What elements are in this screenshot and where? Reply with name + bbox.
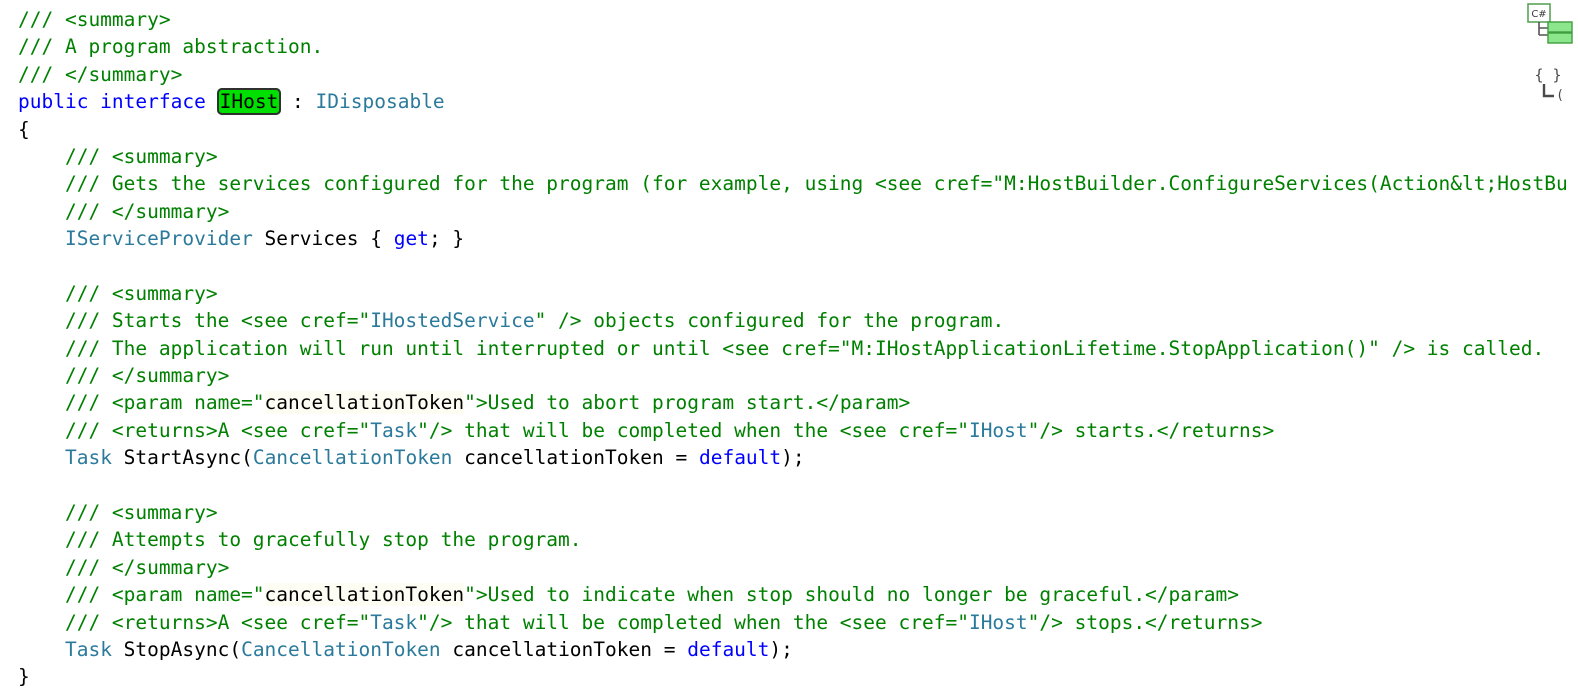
code-line[interactable]: /// </summary>	[0, 61, 1578, 88]
code-token-keyword: public interface	[18, 90, 218, 114]
code-line[interactable]: /// <returns>A <see cref="Task"/> that w…	[0, 609, 1578, 636]
code-line[interactable]: /// <summary>	[0, 499, 1578, 526]
code-line[interactable]: /// <summary>	[0, 280, 1578, 307]
code-token-comment: /// <summary>	[18, 8, 171, 31]
code-line[interactable]: /// <param name="cancellationToken">Used…	[0, 581, 1578, 608]
code-token-plain: cancellationToken =	[440, 637, 688, 661]
code-token-cref: Task	[370, 610, 418, 634]
code-token-plain: StopAsync(	[111, 637, 242, 661]
csharp-codemap-icon[interactable]: C#	[1524, 2, 1576, 48]
code-line[interactable]: /// Gets the services configured for the…	[0, 170, 1578, 197]
code-token-comment: /// <summary>	[18, 281, 218, 305]
code-token-plain: Services {	[252, 227, 394, 251]
code-token-plain: );	[781, 446, 805, 470]
code-token-plain: }	[18, 665, 30, 689]
code-token-keyword: get	[393, 227, 429, 251]
code-token-comment: /// <param name="	[18, 583, 265, 607]
code-token-type: CancellationToken	[252, 446, 453, 470]
code-token-plain: :	[280, 90, 316, 114]
code-line[interactable]: }	[0, 663, 1578, 690]
highlighted-symbol[interactable]: IHost	[216, 88, 282, 116]
code-token-cref: Task	[370, 418, 418, 442]
code-token-cref: IHost	[968, 610, 1028, 634]
code-text-area[interactable]: /// <summary> /// A program abstraction. /…	[0, 0, 1578, 691]
code-token-comment: /// </summary>	[18, 199, 230, 223]
code-token-xmlname: cancellationToken	[264, 583, 465, 607]
code-token-plain: );	[769, 637, 793, 661]
code-line[interactable]	[0, 472, 1578, 499]
code-token-comment: /// <returns>A <see cref="	[18, 610, 371, 634]
code-token-cref: IHostedService	[370, 309, 535, 333]
code-line[interactable]: /// <param name="cancellationToken">Used…	[0, 389, 1578, 416]
svg-text:C#: C#	[1531, 9, 1546, 20]
code-token-comment: /// </summary>	[18, 555, 230, 579]
code-line[interactable]: /// The application will run until inter…	[0, 335, 1578, 362]
code-line[interactable]: /// A program abstraction.	[0, 33, 1578, 60]
code-token-type: CancellationToken	[241, 637, 441, 661]
code-token-plain: ; }	[428, 227, 465, 251]
code-line[interactable]: Task StopAsync(CancellationToken cancell…	[0, 636, 1578, 663]
code-editor-surface[interactable]: /// <summary> /// A program abstraction. /…	[0, 0, 1578, 694]
code-token-comment: /// Gets the services configured for the…	[18, 172, 1568, 196]
code-token-comment: /// <param name="	[18, 391, 265, 415]
code-line[interactable]: /// </summary>	[0, 554, 1578, 581]
code-token-comment: /// </summary>	[18, 364, 230, 388]
braces-structure-icon[interactable]: { } (	[1530, 62, 1576, 108]
code-token-type: Task	[64, 637, 112, 661]
code-token-keyword: default	[698, 446, 782, 470]
code-token-comment: /// <summary>	[18, 144, 218, 168]
code-line[interactable]: public interface IHost : IDisposable	[0, 88, 1578, 116]
code-token-type: IServiceProvider	[64, 227, 253, 251]
code-token-comment: /// Attempts to gracefully stop the prog…	[18, 528, 582, 552]
svg-text:{ }: { }	[1534, 66, 1561, 84]
code-line[interactable]: /// <summary>	[0, 143, 1578, 170]
code-token-plain: StartAsync(	[111, 446, 253, 470]
code-token-comment: "/> stops.</returns>	[1027, 610, 1263, 634]
code-token-comment: "/> that will be completed when the <see…	[417, 610, 969, 634]
code-token-type: IDisposable	[315, 90, 445, 114]
code-token-comment: /// <summary>	[18, 501, 218, 525]
code-line[interactable]: {	[0, 116, 1578, 143]
code-token-comment: /// The application will run until inter…	[18, 336, 1545, 360]
code-token-comment: /// A program abstraction.	[18, 35, 324, 59]
code-token-comment: " /> objects configured for the program.	[534, 309, 1005, 333]
code-token-plain: {	[18, 117, 30, 141]
code-line[interactable]: /// <returns>A <see cref="Task"/> that w…	[0, 417, 1578, 444]
code-token-comment: /// </summary>	[18, 62, 183, 86]
code-token-comment: "/> that will be completed when the <see…	[417, 418, 969, 442]
code-token-comment: ">Used to indicate when stop should no l…	[464, 583, 1239, 607]
code-line[interactable]: /// Starts the <see cref="IHostedService…	[0, 307, 1578, 334]
code-line[interactable]: /// Attempts to gracefully stop the prog…	[0, 526, 1578, 553]
code-line[interactable]: Task StartAsync(CancellationToken cancel…	[0, 444, 1578, 471]
code-token-comment: /// Starts the <see cref="	[18, 309, 371, 333]
code-token-comment: ">Used to abort program start.</param>	[464, 391, 911, 415]
code-token-comment: /// <returns>A <see cref="	[18, 418, 371, 442]
code-line[interactable]: /// </summary>	[0, 198, 1578, 225]
code-token-keyword: default	[687, 637, 770, 661]
code-token-type: Task	[64, 446, 112, 470]
code-line[interactable]: /// <summary>	[0, 6, 1578, 33]
code-line[interactable]: IServiceProvider Services { get; }	[0, 225, 1578, 252]
code-token-cref: IHost	[968, 418, 1028, 442]
code-token-xmlname: cancellationToken	[264, 391, 465, 415]
editor-overlay-icons: C# { } (	[1520, 0, 1578, 694]
code-line[interactable]: /// </summary>	[0, 362, 1578, 389]
svg-text:(: (	[1556, 88, 1564, 103]
code-line[interactable]	[0, 253, 1578, 280]
code-token-plain: cancellationToken =	[452, 446, 699, 470]
code-token-comment: "/> starts.</returns>	[1027, 418, 1275, 442]
